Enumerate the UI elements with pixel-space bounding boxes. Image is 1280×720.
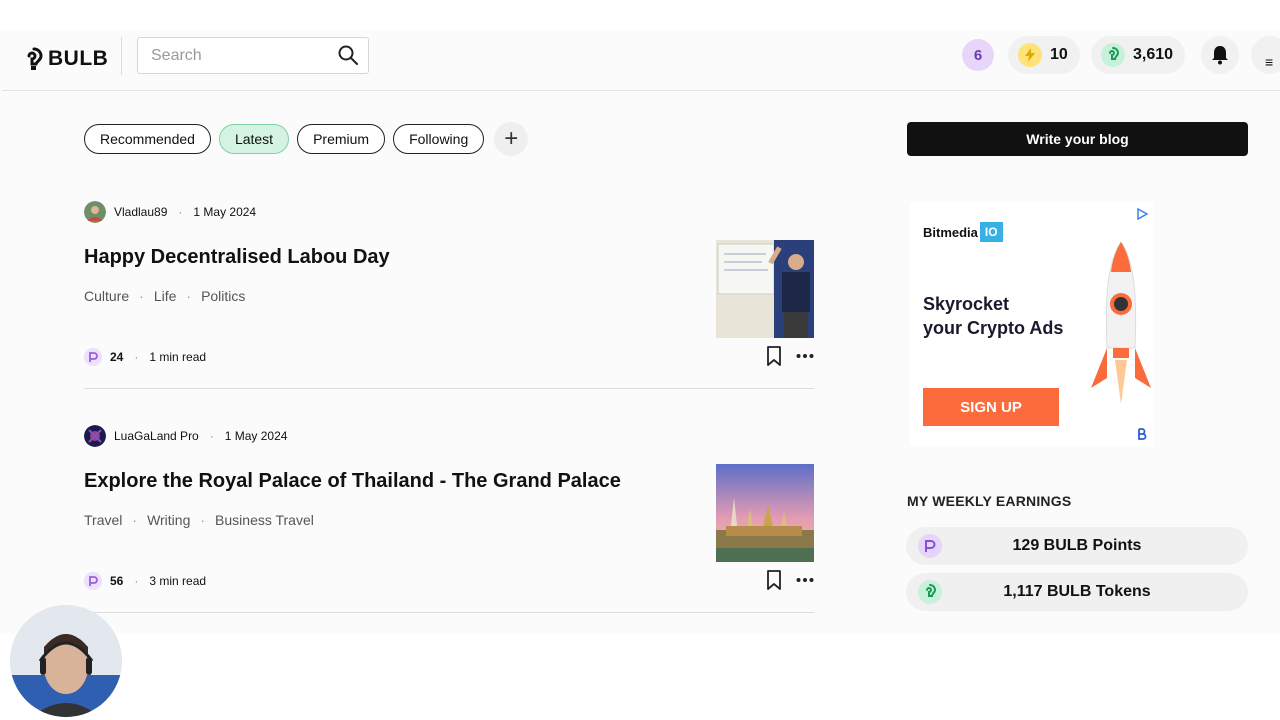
ad-headline-line2: your Crypto Ads (923, 318, 1064, 338)
menu-icon: ≡ (1265, 54, 1274, 70)
webcam-overlay (10, 605, 122, 717)
tag[interactable]: Travel (84, 512, 122, 528)
separator-dot: · (139, 288, 144, 304)
energy-value: 10 (1050, 46, 1068, 63)
points-earnings-label: 129 BULB Points (1012, 537, 1142, 554)
post-card[interactable]: LuaGaLand Pro · 1 May 2024 Explore the R… (84, 424, 814, 634)
read-time: 3 min read (149, 574, 207, 588)
post-date: 1 May 2024 (224, 429, 288, 443)
separator-dot: · (178, 205, 183, 219)
post-title[interactable]: Explore the Royal Palace of Thailand - T… (84, 470, 621, 493)
author-avatar[interactable] (84, 201, 106, 223)
bottom-strip (0, 634, 1280, 720)
author-name[interactable]: LuaGaLand Pro (114, 429, 199, 443)
post-title[interactable]: Happy Decentralised Labou Day (84, 246, 390, 269)
notifications-button[interactable] (1201, 36, 1239, 74)
separator-dot: · (186, 288, 192, 304)
points-icon (84, 348, 102, 366)
separator-dot: · (134, 350, 139, 364)
ad-banner[interactable]: Bitmedia IO Skyrocket your Crypto Ads SI… (909, 202, 1153, 446)
app-window: BULB 6 10 3,610 (2, 30, 1280, 634)
post-divider (84, 612, 814, 613)
write-blog-button[interactable]: Write your blog (907, 122, 1248, 156)
separator-dot: · (209, 429, 214, 443)
ad-signup-button[interactable]: SIGN UP (923, 388, 1059, 426)
post-actions (766, 346, 814, 366)
bulb-token-icon (1101, 43, 1125, 67)
bell-icon (1212, 46, 1228, 65)
search-input[interactable] (149, 46, 333, 66)
points-earnings: 129 BULB Points (906, 527, 1248, 565)
post-meta: 56 · 3 min read (84, 572, 206, 590)
more-icon[interactable] (796, 577, 814, 583)
tokens-earnings-label: 1,117 BULB Tokens (1003, 583, 1151, 600)
tag[interactable]: Business Travel (215, 512, 314, 528)
more-icon[interactable] (796, 353, 814, 359)
search-icon[interactable] (338, 45, 358, 65)
tag[interactable]: Culture (84, 288, 129, 304)
ad-brand-suffix: IO (979, 222, 1003, 242)
bulb-logo-icon (27, 47, 43, 70)
separator-dot: · (132, 512, 138, 528)
post-actions (766, 570, 814, 590)
logo-text: BULB (48, 47, 109, 70)
post-points: 56 (110, 574, 124, 588)
token-value: 3,610 (1133, 46, 1174, 63)
tab-recommended[interactable]: Recommended (84, 124, 211, 154)
author-avatar[interactable] (84, 425, 106, 447)
level-value: 6 (973, 46, 983, 64)
add-tab-button[interactable]: + (494, 122, 529, 156)
logo[interactable]: BULB (24, 44, 108, 74)
ad-headline-line1: Skyrocket (923, 294, 1010, 314)
ad-brand-name: Bitmedia (923, 224, 978, 240)
header: BULB 6 10 3,610 (2, 30, 1280, 91)
author-row: LuaGaLand Pro · 1 May 2024 (84, 424, 287, 448)
tag[interactable]: Politics (201, 288, 245, 304)
menu-button[interactable]: ≡ (1251, 36, 1280, 74)
ad-brand: Bitmedia IO (923, 222, 1003, 242)
top-strip (0, 0, 1280, 30)
post-tags: Culture · Life · Politics (84, 288, 245, 304)
tokens-earnings: 1,117 BULB Tokens (906, 573, 1248, 611)
tab-latest[interactable]: Latest (218, 124, 290, 154)
ad-choices-icon[interactable] (1136, 208, 1148, 220)
search-box[interactable] (137, 37, 369, 74)
points-icon (84, 572, 102, 590)
header-divider (121, 37, 122, 75)
post-card[interactable]: Vladlau89 · 1 May 2024 Happy Decentralis… (84, 200, 814, 424)
author-name[interactable]: Vladlau89 (114, 205, 167, 219)
weekly-earnings-title: MY WEEKLY EARNINGS (907, 493, 1072, 509)
feed-tabs: Recommended Latest Premium Following + (84, 122, 529, 156)
post-thumbnail[interactable] (716, 464, 814, 562)
energy-counter[interactable]: 10 (1008, 36, 1080, 74)
lightning-icon (1018, 43, 1042, 67)
bookmark-icon[interactable] (766, 346, 782, 366)
token-counter[interactable]: 3,610 (1091, 36, 1186, 74)
ad-headline: Skyrocket your Crypto Ads (923, 292, 1073, 340)
tag[interactable]: Life (154, 288, 177, 304)
post-tags: Travel · Writing · Business Travel (84, 512, 314, 528)
tab-following[interactable]: Following (393, 124, 485, 154)
post-points: 24 (110, 350, 124, 364)
post-thumbnail[interactable] (716, 240, 814, 338)
separator-dot: · (134, 574, 139, 588)
post-meta: 24 · 1 min read (84, 348, 206, 366)
read-time: 1 min read (149, 350, 207, 364)
rocket-icon (1091, 241, 1151, 404)
plus-icon: + (504, 125, 519, 152)
tab-premium[interactable]: Premium (297, 124, 386, 154)
bitmedia-mark-icon (1138, 428, 1147, 440)
level-badge[interactable]: 6 (962, 39, 994, 71)
post-date: 1 May 2024 (193, 205, 257, 219)
author-row: Vladlau89 · 1 May 2024 (84, 200, 256, 224)
tag[interactable]: Writing (147, 512, 190, 528)
separator-dot: · (200, 512, 206, 528)
bookmark-icon[interactable] (766, 570, 782, 590)
post-divider (84, 388, 814, 389)
